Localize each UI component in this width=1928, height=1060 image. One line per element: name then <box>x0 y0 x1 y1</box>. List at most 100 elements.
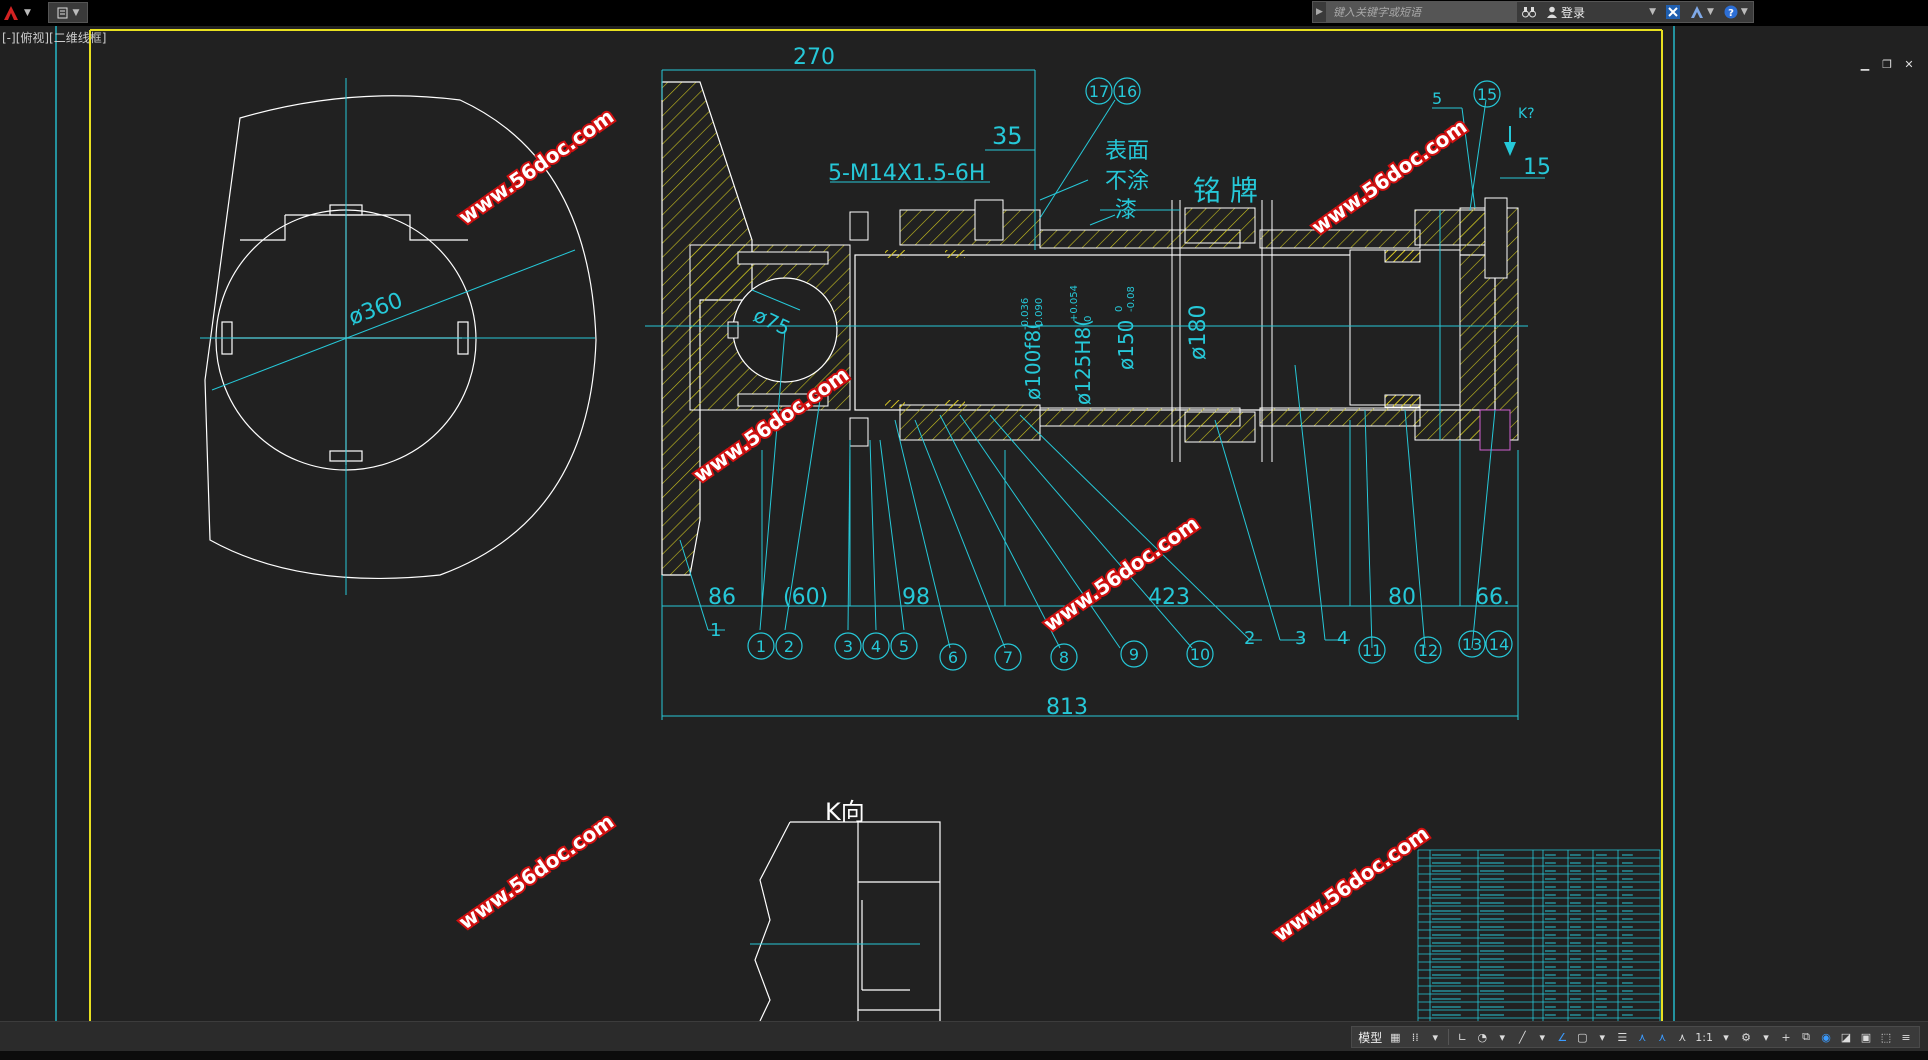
chevron-down-icon[interactable]: ▾ <box>1426 1027 1444 1047</box>
minimize-icon[interactable]: ▁ <box>1858 58 1872 71</box>
chevron-down-icon[interactable]: ▾ <box>1593 1027 1611 1047</box>
dim-15: 15 <box>1523 155 1551 180</box>
title-bar: ▼ ▼ ▶ 登录 ▼ <box>0 0 1928 26</box>
search-binoculars-button[interactable] <box>1517 2 1541 22</box>
plus-icon[interactable]: + <box>1777 1027 1795 1047</box>
chevron-down-icon: ▼ <box>1707 7 1714 17</box>
dim-kq: K? <box>1518 106 1535 122</box>
hardware-acceleration-icon[interactable]: ◪ <box>1837 1027 1855 1047</box>
isolate-objects-icon[interactable]: ◉ <box>1817 1027 1835 1047</box>
leader-label-4: 4 <box>1337 628 1348 649</box>
workspace-gear-icon[interactable]: ⚙ <box>1737 1027 1755 1047</box>
customization-menu-icon[interactable]: ≡ <box>1897 1027 1915 1047</box>
dim-phi125: ø125H8( <box>1071 319 1095 405</box>
balloon-label: 3 <box>843 637 853 656</box>
status-bar: 模型 ▦ ⁞⁞ ▾ ∟ ◔ ▾ ╱ ▾ ∠ ▢ ▾ ☰ ⋏ ⋏ ⋏ 1:1 ▾ … <box>0 1021 1928 1051</box>
snap-icon[interactable]: ⁞⁞ <box>1406 1027 1424 1047</box>
note-k-view: K向 <box>825 798 865 826</box>
dim-phi125-tol-dn: 0 <box>1083 316 1094 322</box>
chevron-down-icon: ▼ <box>1740 7 1748 17</box>
clean-screen-icon[interactable]: ▣ <box>1857 1027 1875 1047</box>
object-snap-tracking-icon[interactable]: ∠ <box>1553 1027 1571 1047</box>
k-view <box>754 821 941 1022</box>
chevron-down-icon[interactable]: ▾ <box>1717 1027 1735 1047</box>
balloon-label: 10 <box>1190 645 1210 664</box>
balloon-13: 13 <box>1458 630 1486 658</box>
search-input[interactable] <box>1327 2 1517 22</box>
note-surface-2: 不涂 <box>1105 169 1149 194</box>
ortho-icon[interactable]: ∟ <box>1453 1027 1471 1047</box>
lineweight-icon[interactable]: ☰ <box>1613 1027 1631 1047</box>
note-nameplate: 铭 牌 <box>1193 174 1258 207</box>
chevron-down-icon[interactable]: ▾ <box>1533 1027 1551 1047</box>
balloon-label: 5 <box>899 637 909 656</box>
exchange-button[interactable] <box>1661 2 1685 22</box>
dim-thread: 5-M14X1.5-6H <box>828 161 985 186</box>
quick-access-button[interactable]: ▼ <box>48 2 88 23</box>
note-surface-3: 漆 <box>1115 198 1137 223</box>
balloon-label: 9 <box>1129 645 1139 664</box>
expand-arrow-icon[interactable]: ▶ <box>1313 2 1327 22</box>
dim-813: 813 <box>1046 695 1088 720</box>
chevron-down-icon: ▼ <box>72 7 80 18</box>
watermark-1: www.56doc.com <box>454 104 618 229</box>
dim-35: 35 <box>992 122 1023 150</box>
model-viewport[interactable]: ø360 270 35 5-M14X1.5-6H 5 15 K? ø75 ø10… <box>0 26 1928 1029</box>
polar-tracking-icon[interactable]: ◔ <box>1473 1027 1491 1047</box>
balloon-label: 13 <box>1462 635 1482 654</box>
dim-phi180: ø180 <box>1186 305 1211 360</box>
k-view-arrow <box>1504 126 1516 156</box>
dim-phi100-tol-dn: -0.090 <box>1034 298 1045 330</box>
balloon-5: 5 <box>890 632 918 660</box>
restore-icon[interactable]: ❐ <box>1880 58 1894 71</box>
annotation-scale-icon[interactable]: ⋏ <box>1673 1027 1691 1047</box>
units-icon[interactable]: ⧉ <box>1797 1027 1815 1047</box>
close-icon[interactable]: ✕ <box>1902 58 1916 71</box>
dim-60: (60) <box>783 585 828 610</box>
viewport-controls-label[interactable]: [-][俯视][二维线框] <box>2 29 106 46</box>
leader-label-2: 2 <box>1244 628 1255 649</box>
balloon-12: 12 <box>1414 636 1442 664</box>
balloon-label: 12 <box>1418 641 1438 660</box>
balloon-3: 3 <box>834 632 862 660</box>
balloon-7: 7 <box>994 643 1022 671</box>
annotation-scale-value[interactable]: 1:1 <box>1693 1027 1715 1047</box>
status-toolbar: 模型 ▦ ⁞⁞ ▾ ∟ ◔ ▾ ╱ ▾ ∠ ▢ ▾ ☰ ⋏ ⋏ ⋏ 1:1 ▾ … <box>1351 1026 1920 1048</box>
drawing-window-controls: ▁ ❐ ✕ <box>1858 58 1916 71</box>
watermark-4: www.56doc.com <box>1039 511 1203 636</box>
cad-drawing[interactable]: ø360 270 35 5-M14X1.5-6H 5 15 K? ø75 ø10… <box>0 26 1928 1029</box>
dim-98: 98 <box>902 585 930 610</box>
note-surface-1: 表面 <box>1105 139 1149 164</box>
login-button[interactable]: 登录 ▼ <box>1541 2 1661 22</box>
annotation-visibility-icon[interactable]: ⋏ <box>1633 1027 1651 1047</box>
object-snap-icon[interactable]: ▢ <box>1573 1027 1591 1047</box>
balloon-15: 15 <box>1473 80 1501 108</box>
help-button[interactable]: ? ▼ <box>1719 2 1753 22</box>
help-icon: ? <box>1724 5 1738 19</box>
balloon-8: 8 <box>1050 643 1078 671</box>
dim-423: 423 <box>1148 585 1190 610</box>
viewport-maximize-icon[interactable]: ⬚ <box>1877 1027 1895 1047</box>
dim-phi100-tol-up: -0.036 <box>1020 298 1031 330</box>
parts-list-table <box>1417 849 1661 1027</box>
balloon-label: 7 <box>1003 648 1013 667</box>
grid-icon[interactable]: ▦ <box>1386 1027 1404 1047</box>
chevron-down-icon[interactable]: ▾ <box>1493 1027 1511 1047</box>
autodesk-app-button[interactable]: ▼ <box>1685 2 1719 22</box>
dim-phi100: ø100f8( <box>1021 322 1045 400</box>
dim-86: 86 <box>708 585 736 610</box>
chevron-down-icon: ▼ <box>24 8 31 18</box>
chevron-down-icon[interactable]: ▾ <box>1757 1027 1775 1047</box>
autocad-logo-icon <box>4 6 18 20</box>
model-space-button[interactable]: 模型 <box>1356 1027 1384 1047</box>
svg-text:?: ? <box>1728 8 1734 19</box>
leader-label-1: 1 <box>710 620 721 641</box>
isodraft-icon[interactable]: ╱ <box>1513 1027 1531 1047</box>
auto-scale-icon[interactable]: ⋏ <box>1653 1027 1671 1047</box>
balloon-label: 16 <box>1117 82 1137 101</box>
dim-66: 66. <box>1475 585 1510 610</box>
dim-phi360: ø360 <box>346 288 407 330</box>
application-menu-button[interactable]: ▼ <box>2 2 42 24</box>
dim-phi125-tol-up: +0.054 <box>1069 285 1080 322</box>
dim-80: 80 <box>1388 585 1416 610</box>
